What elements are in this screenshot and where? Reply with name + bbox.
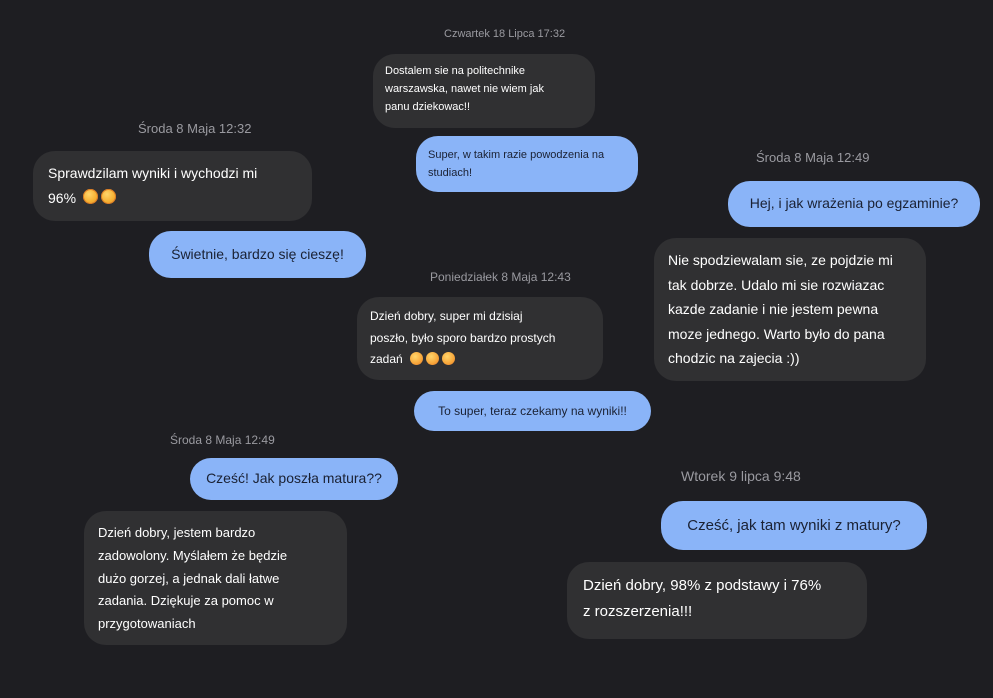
timestamp: Poniedziałek 8 Maja 12:43 [430, 270, 571, 284]
message-line: Sprawdzilam wyniki i wychodzi mi [48, 165, 258, 181]
message-line: Super, w takim razie powodzenia na [428, 148, 605, 161]
message-line: tak dobrze. Udalo mi sie rozwiazac [668, 276, 885, 293]
message-line: Dzień dobry, 98% z podstawy i 76% [583, 577, 822, 594]
message-line: 96% [48, 186, 297, 211]
timestamp: Wtorek 9 lipca 9:48 [681, 468, 801, 484]
message-line: Nie spodziewalam sie, ze pojdzie mi [668, 252, 893, 268]
message-line: chodzic na zajecia :)) [668, 350, 800, 366]
outgoing-message: Super, w takim razie powodzenia na studi… [416, 136, 638, 192]
outgoing-message: Cześć! Jak poszła matura?? [190, 458, 398, 500]
timestamp: Środa 8 Maja 12:49 [756, 150, 870, 165]
timestamp: Czwartek 18 Lipca 17:32 [444, 28, 566, 40]
timestamp: Środa 8 Maja 12:49 [170, 433, 275, 447]
outgoing-message: Cześć, jak tam wyniki z matury? [661, 501, 927, 550]
outgoing-message: Świetnie, bardzo się cieszę! [149, 231, 366, 278]
incoming-message: Dostalem sie na politechnike warszawska,… [373, 54, 595, 128]
smiling-face-with-hearts-icon [101, 189, 117, 205]
outgoing-message: To super, teraz czekamy na wyniki!! [414, 391, 651, 431]
message-line: zadania. Dziękuje za pomoc w [98, 593, 274, 609]
message-text: 96% [48, 189, 77, 206]
message-line: dużo gorzej, a jednak dali łatwe [98, 570, 280, 586]
message-line: Dostalem sie na politechnike [385, 65, 526, 77]
outgoing-message: Hej, i jak wrażenia po egzaminie? [728, 181, 980, 227]
smiling-face-with-hearts-icon [83, 189, 99, 205]
message-line: studiach! [428, 167, 473, 179]
incoming-message: Dzień dobry, jestem bardzo zadowolony. M… [84, 511, 347, 645]
message-line: zadań [370, 349, 590, 371]
message-line: warszawska, nawet nie wiem jak [385, 83, 544, 96]
message-line: moze jednego. Warto było do pana [668, 325, 885, 342]
message-line: przygotowaniach [98, 616, 196, 631]
message-line: poszło, było sporo bardzo prostych [370, 330, 556, 345]
message-text: zadań [370, 352, 403, 367]
incoming-message: Sprawdzilam wyniki i wychodzi mi 96% [33, 151, 312, 221]
message-line: z rozszerzenia!!! [583, 603, 693, 621]
message-line: Dzień dobry, super mi dzisiaj [370, 309, 523, 323]
smiling-face-icon [441, 351, 455, 365]
incoming-message: Dzień dobry, super mi dzisiaj poszło, by… [357, 297, 603, 380]
smiling-face-icon [425, 351, 439, 365]
message-line: zadowolony. Myślałem że będzie [98, 547, 288, 563]
timestamp: Środa 8 Maja 12:32 [138, 121, 252, 136]
message-line: panu dziekowac!! [385, 101, 470, 114]
smiling-face-icon [409, 351, 423, 365]
incoming-message: Dzień dobry, 98% z podstawy i 76% z rozs… [567, 562, 867, 639]
incoming-message: Nie spodziewalam sie, ze pojdzie mi tak … [654, 238, 926, 381]
message-line: Dzień dobry, jestem bardzo [98, 525, 256, 540]
message-line: kazde zadanie i nie jestem pewna [668, 301, 879, 317]
